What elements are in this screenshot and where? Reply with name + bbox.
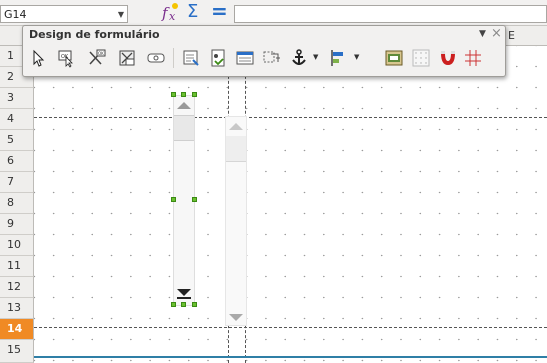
svg-text:OK: OK xyxy=(98,51,104,56)
row-header[interactable]: 3 xyxy=(0,88,34,109)
page-break-line xyxy=(34,117,547,118)
toolbar-separator xyxy=(173,48,174,68)
row-header[interactable]: 13 xyxy=(0,298,34,319)
form-control-icon[interactable] xyxy=(115,46,139,70)
open-design-mode-icon[interactable] xyxy=(382,46,406,70)
scroll-end-bar xyxy=(177,297,191,299)
formula-input[interactable] xyxy=(234,5,547,23)
toolbar-title[interactable]: Design de formulário xyxy=(29,28,160,41)
sheet-bottom-border xyxy=(34,356,547,358)
row-header[interactable]: 4 xyxy=(0,109,34,130)
helplines-icon[interactable] xyxy=(461,46,485,70)
function-equals-icon[interactable]: = xyxy=(211,0,228,22)
row-header[interactable]: 12 xyxy=(0,277,34,298)
sum-icon[interactable]: Σ xyxy=(187,1,198,23)
row-header[interactable]: 11 xyxy=(0,256,34,277)
row-header[interactable]: 7 xyxy=(0,172,34,193)
form-properties-icon[interactable] xyxy=(206,46,230,70)
selection-handle[interactable] xyxy=(181,302,186,307)
selection-handle[interactable] xyxy=(192,197,197,202)
scroll-up-arrow-icon[interactable] xyxy=(177,102,191,109)
snap-to-grid-icon[interactable] xyxy=(436,46,460,70)
function-wizard-icon[interactable]: f x xyxy=(160,1,180,23)
select-arrow-icon[interactable] xyxy=(26,46,50,70)
activation-order-icon[interactable] xyxy=(260,46,284,70)
row-header[interactable]: 10 xyxy=(0,235,34,256)
form-navigator-icon[interactable] xyxy=(233,46,257,70)
selection-handle[interactable] xyxy=(192,92,197,97)
align-dropdown-icon[interactable]: ▼ xyxy=(354,53,359,61)
toolbar-close-icon[interactable]: × xyxy=(491,26,502,41)
selection-handle[interactable] xyxy=(171,302,176,307)
selection-handle[interactable] xyxy=(171,92,176,97)
control-wizards-icon[interactable]: OK xyxy=(85,46,109,70)
svg-text:x: x xyxy=(169,10,176,23)
design-mode-icon[interactable]: OK xyxy=(54,46,78,70)
selection-handle[interactable] xyxy=(181,92,186,97)
align-icon[interactable] xyxy=(326,46,350,70)
control-properties-icon[interactable] xyxy=(179,46,203,70)
name-box-dropdown-icon[interactable]: ▼ xyxy=(114,6,128,22)
row-header[interactable]: 8 xyxy=(0,193,34,214)
scroll-up-arrow-icon[interactable] xyxy=(229,123,243,130)
grid-icon[interactable] xyxy=(409,46,433,70)
row-header[interactable]: 15 xyxy=(0,340,34,363)
anchor-dropdown-icon[interactable]: ▼ xyxy=(313,53,318,61)
scrollbar-control[interactable] xyxy=(225,116,247,326)
page-break-line xyxy=(34,327,547,328)
toolbar-menu-icon[interactable]: ▼ xyxy=(479,29,486,39)
scrollbar-thumb[interactable] xyxy=(226,136,246,162)
selection-handle[interactable] xyxy=(171,197,176,202)
name-box[interactable]: G14 xyxy=(0,5,128,23)
row-header-active[interactable]: 14 xyxy=(0,319,34,340)
group-box-icon[interactable] xyxy=(144,46,168,70)
form-design-toolbar[interactable]: Design de formulário ▼ × OK OK ▼ ▼ xyxy=(22,25,506,77)
row-header[interactable]: 6 xyxy=(0,151,34,172)
column-label-e[interactable]: E xyxy=(508,29,515,42)
formula-bar: G14 ▼ f x Σ = xyxy=(0,0,547,26)
row-header[interactable]: 9 xyxy=(0,214,34,235)
row-header[interactable]: 5 xyxy=(0,130,34,151)
scrollbar-thumb[interactable] xyxy=(174,115,194,141)
anchor-icon[interactable] xyxy=(287,46,311,70)
cell-grid[interactable] xyxy=(34,46,547,363)
scroll-down-arrow-icon[interactable] xyxy=(229,314,243,321)
selection-handle[interactable] xyxy=(192,302,197,307)
scroll-down-arrow-icon[interactable] xyxy=(177,289,191,296)
